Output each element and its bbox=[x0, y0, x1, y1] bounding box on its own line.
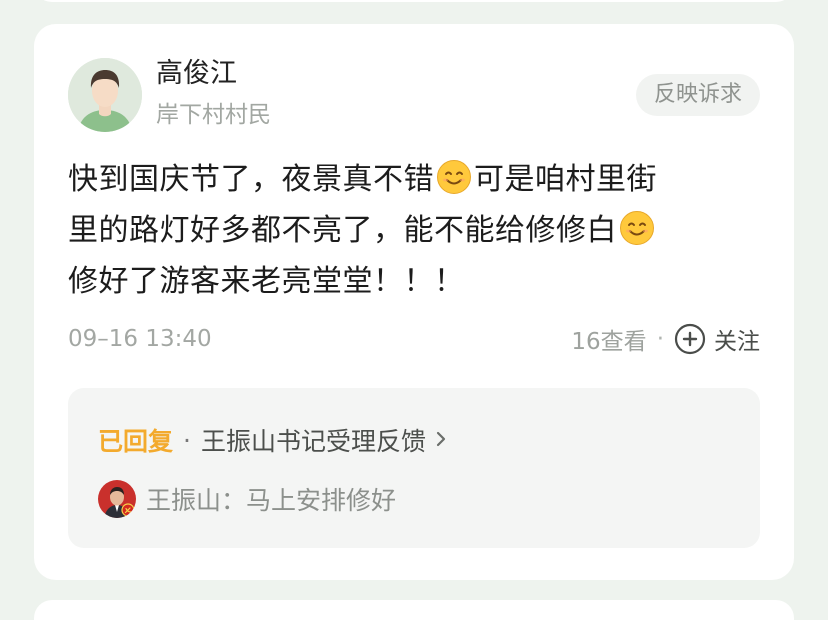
content-line-1: 快到国庆节了，夜景真不错 可是咱村里街 bbox=[68, 154, 768, 205]
reply-box[interactable]: 已回复 · 王振山书记受理反馈 王振山：马上安排修好 bbox=[68, 388, 760, 548]
official-avatar-icon bbox=[98, 480, 136, 518]
chevron-right-icon bbox=[434, 426, 448, 455]
content-line-3: 修好了游客来老亮堂堂！！！ bbox=[68, 264, 465, 299]
post-meta: 16查看 · 关注 bbox=[571, 322, 760, 356]
view-count: 16查看 bbox=[571, 329, 647, 355]
next-card-edge bbox=[34, 600, 794, 620]
content-line-2: 里的路灯好多都不亮了，能不能给修修白 bbox=[68, 205, 768, 256]
handler-text: 王振山书记受理反馈 bbox=[200, 427, 426, 456]
author-role: 岸下村村民 bbox=[156, 102, 271, 128]
follow-button[interactable]: 关注 bbox=[674, 322, 760, 356]
meta-separator: · bbox=[656, 326, 664, 352]
author-avatar-icon[interactable] bbox=[68, 58, 142, 132]
reply-separator: · bbox=[183, 425, 191, 455]
post-time: 09–16 13:40 bbox=[68, 326, 212, 352]
smiling-face-emoji-icon bbox=[436, 159, 472, 195]
reply-text: 王振山：马上安排修好 bbox=[146, 486, 397, 515]
reply-status: 已回复 bbox=[98, 427, 174, 456]
post-card[interactable]: 高俊江 岸下村村民 反映诉求 快到国庆节了，夜景真不错 可是咱村里街 里的路灯好多… bbox=[34, 24, 794, 580]
plus-circle-icon bbox=[674, 323, 706, 355]
follow-label: 关注 bbox=[714, 329, 760, 355]
post-content: 快到国庆节了，夜景真不错 可是咱村里街 里的路灯好多都不亮了，能不能给修修白 修好… bbox=[68, 154, 768, 307]
smiling-face-emoji-icon bbox=[619, 210, 655, 246]
previous-card-edge bbox=[34, 0, 794, 2]
author-name: 高俊江 bbox=[156, 58, 237, 89]
reply-line: 王振山：马上安排修好 bbox=[98, 480, 396, 518]
category-tag[interactable]: 反映诉求 bbox=[636, 74, 760, 116]
reply-header[interactable]: 已回复 · 王振山书记受理反馈 bbox=[98, 422, 448, 458]
